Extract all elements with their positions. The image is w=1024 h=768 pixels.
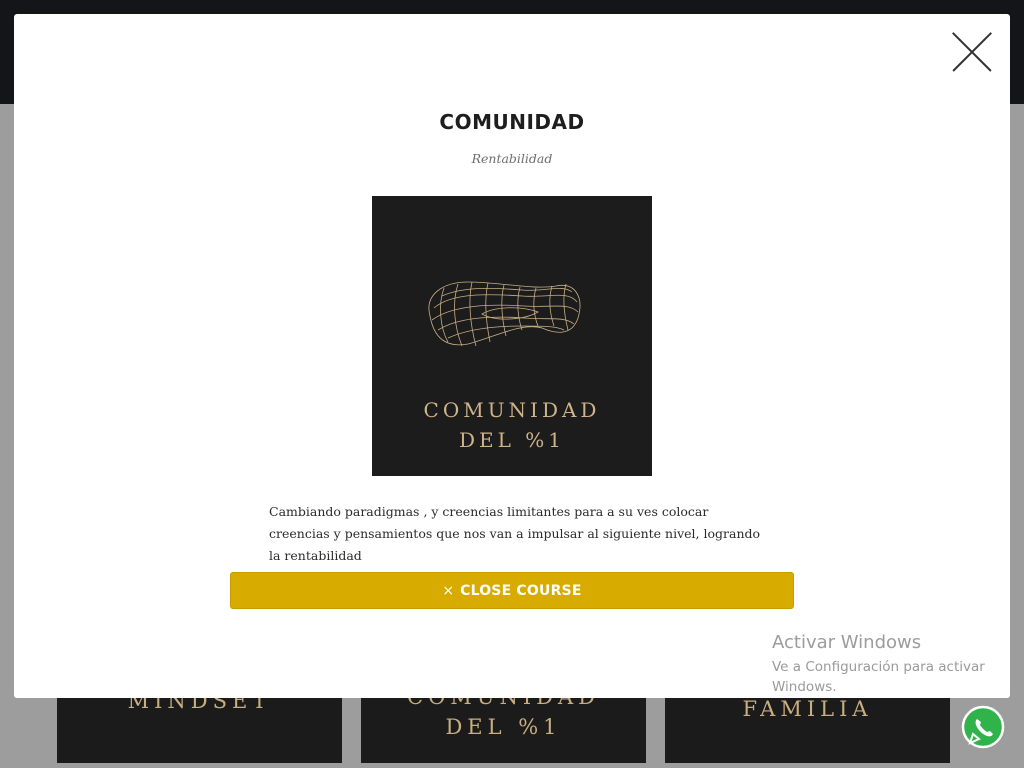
modal-title: COMUNIDAD — [439, 110, 585, 134]
close-icon[interactable] — [952, 32, 992, 72]
course-card-label: FAMILIA — [742, 697, 873, 721]
course-modal: COMUNIDAD Rentabilidad COMUNIDAD DEL %1 … — [14, 14, 1010, 698]
modal-subtitle: Rentabilidad — [471, 151, 553, 166]
close-x-icon: × — [442, 582, 455, 599]
whatsapp-icon — [961, 705, 1005, 749]
activation-watermark-body: Ve a Configuración para activar Windows. — [772, 659, 985, 695]
close-course-label: CLOSE COURSE — [460, 582, 582, 599]
image-title-line1: COMUNIDAD — [423, 398, 601, 422]
close-course-button[interactable]: × CLOSE COURSE — [230, 572, 794, 609]
course-description: Cambiando paradigmas , y creencias limit… — [269, 504, 761, 563]
image-title-line2: DEL %1 — [458, 428, 565, 452]
activation-watermark-title: Activar Windows — [772, 632, 922, 653]
whatsapp-button[interactable] — [961, 705, 1005, 749]
course-image: COMUNIDAD DEL %1 — [372, 196, 652, 476]
